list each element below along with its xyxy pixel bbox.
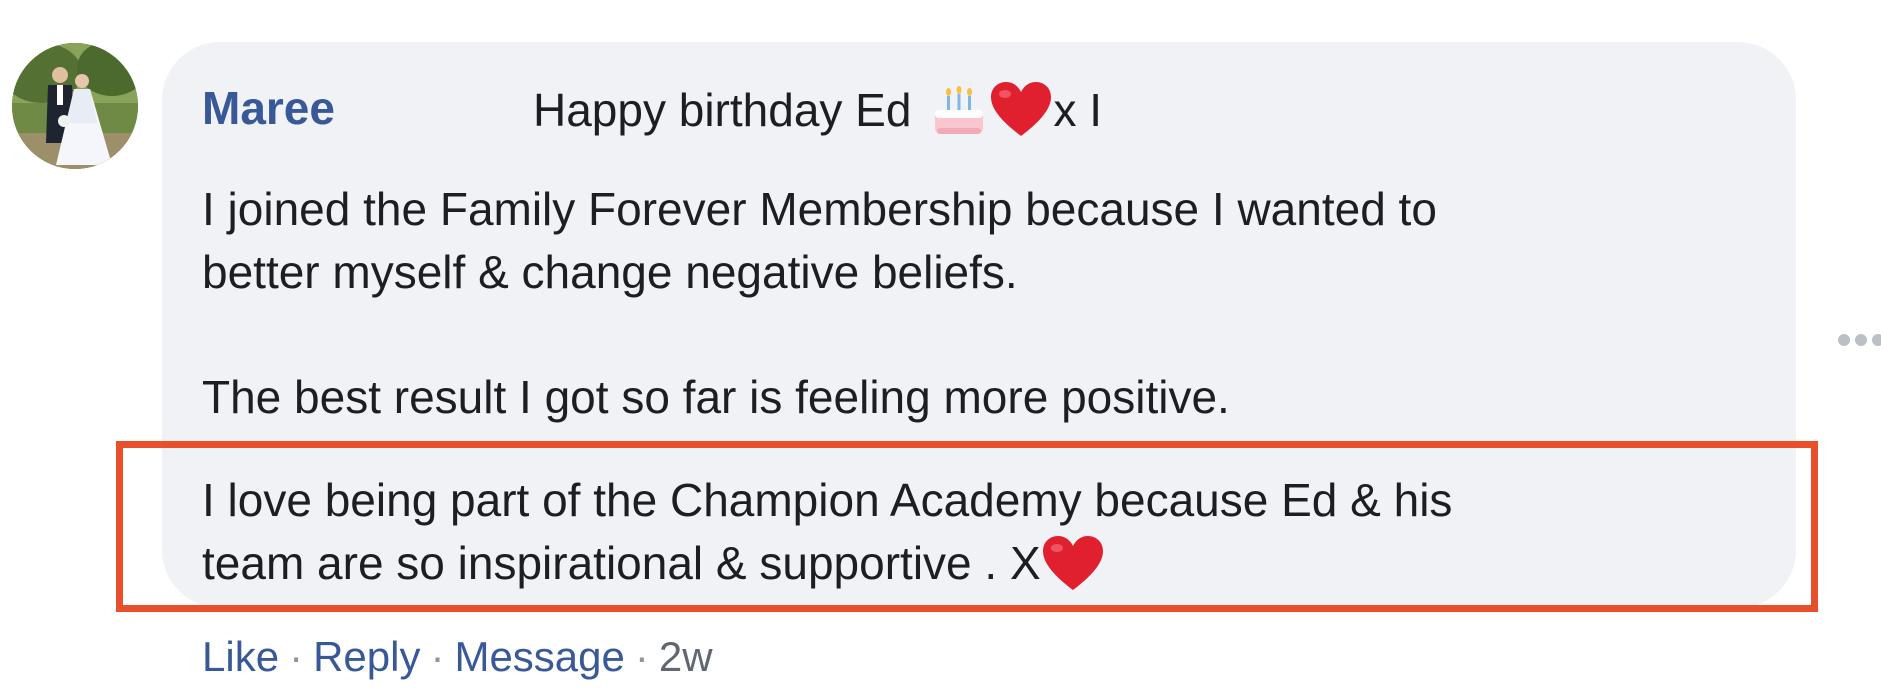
birthday-cake-icon xyxy=(935,86,984,134)
comment-paragraph-1-line-2: better myself & change negative beliefs. xyxy=(202,246,1018,298)
comment-author[interactable]: Maree xyxy=(202,80,335,136)
comment-paragraph-1-line-1: I joined the Family Forever Membership b… xyxy=(202,183,1437,235)
highlight-annotation-box xyxy=(116,441,1818,612)
red-heart-icon xyxy=(991,82,1052,136)
message-link[interactable]: Message xyxy=(454,632,624,682)
separator-dot: · xyxy=(289,633,304,680)
separator-dot: · xyxy=(634,633,649,680)
avatar-photo xyxy=(12,43,138,169)
separator-dot: · xyxy=(430,633,445,680)
comment-actions: Like · Reply · Message · 2w xyxy=(202,632,713,682)
avatar[interactable] xyxy=(12,43,138,169)
reply-link[interactable]: Reply xyxy=(313,632,420,682)
comment-paragraph-2: The best result I got so far is feeling … xyxy=(202,371,1230,423)
first-line-text: Happy birthday Ed xyxy=(533,84,912,136)
first-line-suffix: x I xyxy=(1053,84,1103,136)
like-link[interactable]: Like xyxy=(202,632,279,682)
comment-timestamp[interactable]: 2w xyxy=(659,632,713,682)
more-options-icon[interactable] xyxy=(1838,334,1881,346)
comment-first-line: Happy birthday Ed x I xyxy=(533,80,1102,140)
